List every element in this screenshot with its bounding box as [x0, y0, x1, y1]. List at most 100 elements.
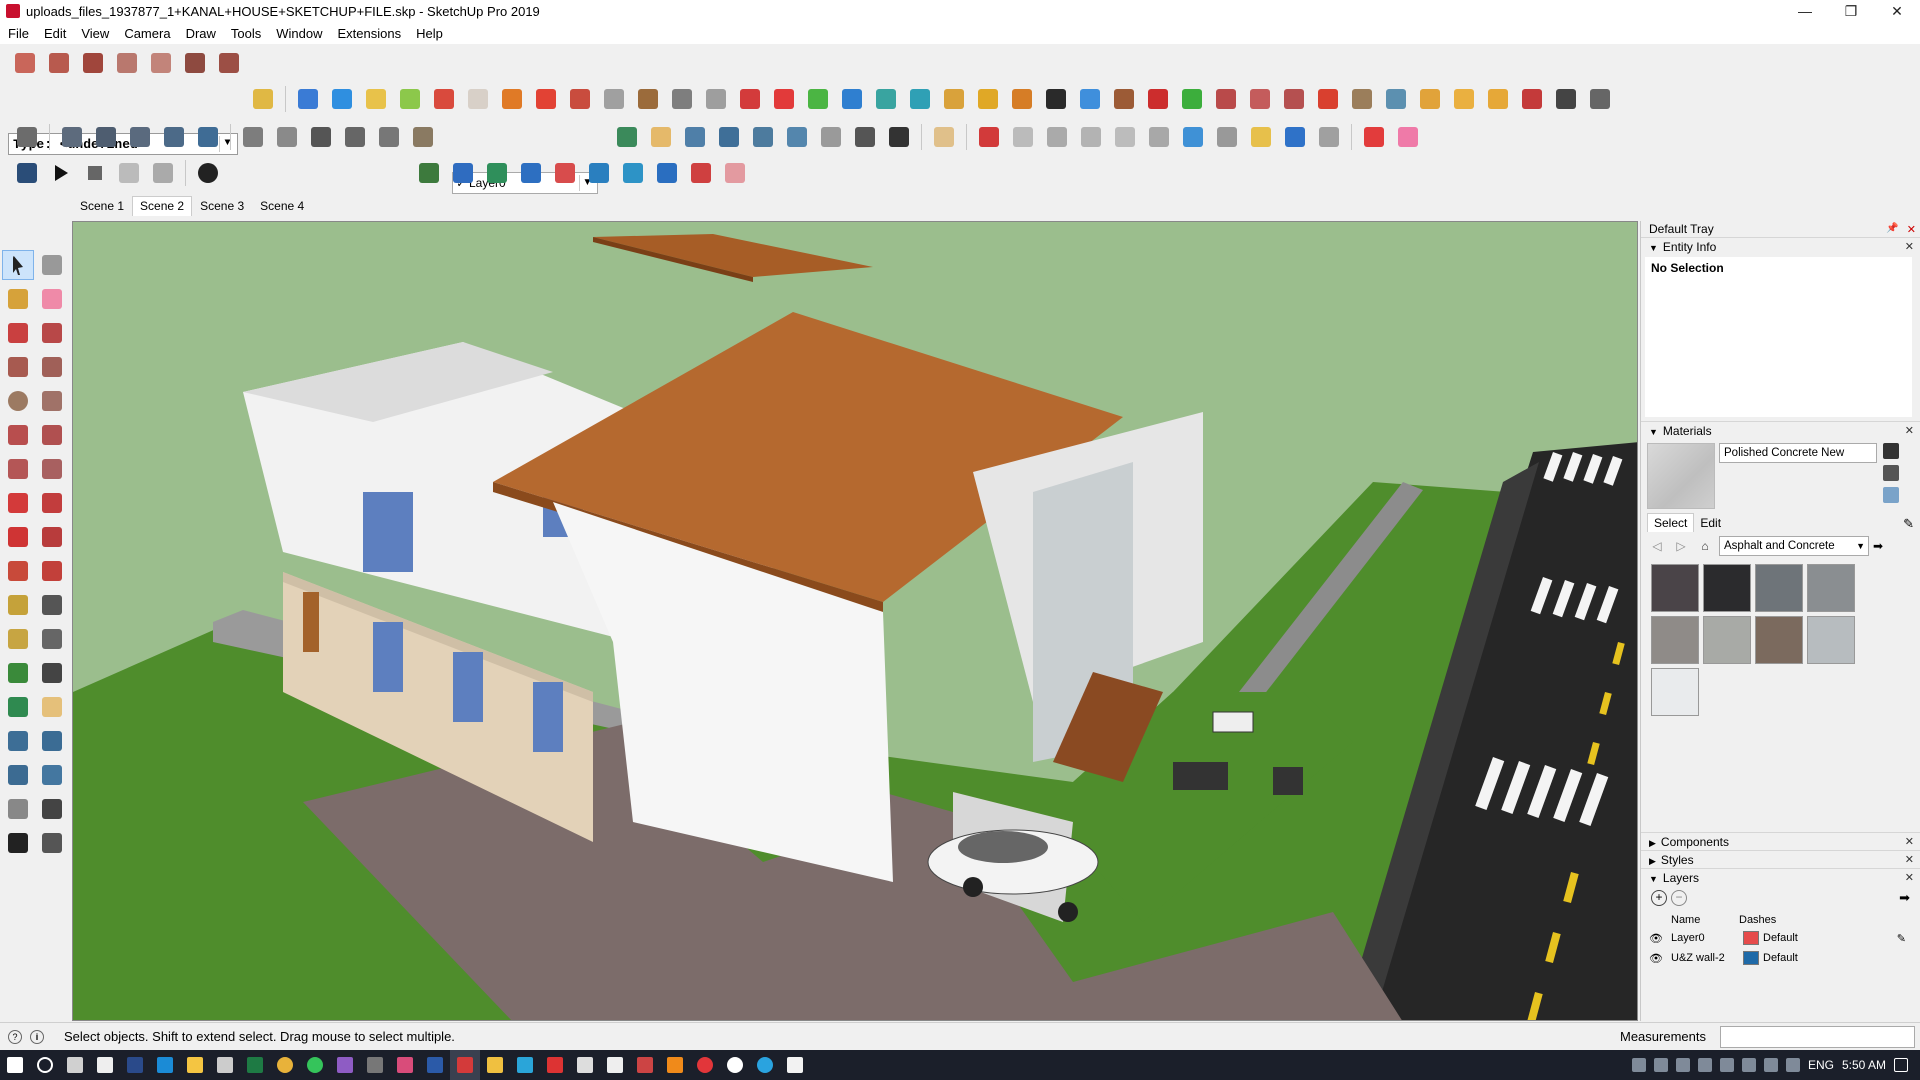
lumion-icon[interactable] — [12, 158, 42, 188]
task-view-icon[interactable] — [60, 1050, 90, 1080]
menu-help[interactable]: Help — [416, 26, 452, 41]
polygon-tool-icon[interactable] — [36, 386, 68, 416]
move-green-icon[interactable] — [803, 84, 833, 114]
arc-icon[interactable] — [701, 84, 731, 114]
telegram-icon[interactable] — [750, 1050, 780, 1080]
flip-edge-icon[interactable] — [497, 84, 527, 114]
previous-tool-icon[interactable] — [36, 760, 68, 790]
grid-dots-icon[interactable] — [1585, 84, 1615, 114]
pin-icon[interactable]: 📌 — [1886, 223, 1898, 236]
material-swatch[interactable] — [1807, 616, 1855, 664]
minimize-button[interactable]: — — [1782, 0, 1828, 22]
zoom-extents-icon[interactable] — [748, 122, 778, 152]
select-layer-icon[interactable] — [414, 158, 444, 188]
xray-icon[interactable] — [238, 122, 268, 152]
offset-tool-icon[interactable] — [36, 556, 68, 586]
close-icon[interactable]: ✕ — [1905, 853, 1914, 866]
wifi-icon[interactable] — [1763, 1058, 1778, 1072]
extension-icon[interactable] — [146, 48, 176, 78]
walk-icon[interactable] — [884, 122, 914, 152]
layer-dashes[interactable]: Default — [1763, 952, 1798, 964]
materials-header[interactable]: ▼ Materials ✕ — [1641, 421, 1920, 439]
move-red-icon[interactable] — [769, 84, 799, 114]
circle-tool-icon[interactable] — [2, 386, 34, 416]
zoom-window-tool-icon[interactable] — [36, 726, 68, 756]
layer-green-icon[interactable] — [482, 158, 512, 188]
look-around-icon[interactable] — [850, 122, 880, 152]
pencil-red-icon[interactable] — [974, 122, 1004, 152]
3d-text-icon[interactable] — [36, 658, 68, 688]
grid-orange-icon[interactable] — [1415, 84, 1445, 114]
app-icon[interactable] — [360, 1050, 390, 1080]
back-arrow-icon[interactable]: ◁ — [1647, 539, 1667, 553]
back-edges-icon[interactable] — [272, 122, 302, 152]
scatter-icon[interactable] — [1517, 84, 1547, 114]
app-icon[interactable] — [510, 1050, 540, 1080]
three-point-arc-icon[interactable] — [2, 454, 34, 484]
grid-orange-3-icon[interactable] — [1483, 84, 1513, 114]
orbit-tool-icon[interactable] — [2, 692, 34, 722]
layers-header[interactable]: ▼ Layers ✕ — [1641, 868, 1920, 886]
store-icon[interactable] — [210, 1050, 240, 1080]
blue-shape-icon[interactable] — [1280, 122, 1310, 152]
word-icon[interactable] — [420, 1050, 450, 1080]
circle-icon[interactable] — [1042, 122, 1072, 152]
material-name-field[interactable]: Polished Concrete New — [1719, 443, 1877, 463]
add-detail-icon[interactable] — [463, 84, 493, 114]
paint-bucket-icon[interactable] — [2, 284, 34, 314]
curve-icon[interactable] — [735, 84, 765, 114]
export-icon[interactable] — [114, 158, 144, 188]
close-button[interactable]: ✕ — [1874, 0, 1920, 22]
top-view-icon[interactable] — [91, 122, 121, 152]
tab-scene-3[interactable]: Scene 3 — [192, 196, 252, 216]
tray-app-icon[interactable] — [1719, 1058, 1734, 1072]
eraser-icon[interactable] — [36, 284, 68, 314]
pie-tool-icon[interactable] — [36, 454, 68, 484]
tray-app-icon[interactable] — [1741, 1058, 1756, 1072]
wall-icon[interactable] — [599, 84, 629, 114]
tab-scene-4[interactable]: Scene 4 — [252, 196, 312, 216]
make-component-icon[interactable] — [36, 250, 68, 280]
pyramid-icon[interactable] — [939, 84, 969, 114]
calculator-icon[interactable] — [90, 1050, 120, 1080]
lasso-icon[interactable] — [973, 84, 1003, 114]
eraser-pink-icon[interactable] — [1393, 122, 1423, 152]
tab-scene-2[interactable]: Scene 2 — [132, 196, 193, 216]
look-around-tool-icon[interactable] — [36, 794, 68, 824]
material-swatch[interactable] — [1651, 668, 1699, 716]
sketchup-taskbar-icon[interactable] — [450, 1050, 480, 1080]
chrome-icon[interactable] — [270, 1050, 300, 1080]
stamp-icon[interactable] — [395, 84, 425, 114]
forward-arrow-icon[interactable]: ▷ — [1671, 539, 1691, 553]
search-icon[interactable] — [30, 1050, 60, 1080]
share-icon[interactable] — [112, 48, 142, 78]
polygon-icon[interactable] — [1076, 122, 1106, 152]
arrow-updown-red-icon[interactable] — [550, 158, 580, 188]
parallelogram-icon[interactable] — [1144, 122, 1174, 152]
gear-red-icon[interactable] — [1211, 84, 1241, 114]
textured-icon[interactable] — [408, 122, 438, 152]
whatsapp-icon[interactable] — [300, 1050, 330, 1080]
zoom-extents-tool-icon[interactable] — [2, 760, 34, 790]
truss-icon[interactable] — [1347, 84, 1377, 114]
scale-tool-icon[interactable] — [2, 556, 34, 586]
protractor-icon[interactable] — [2, 624, 34, 654]
position-camera-tool-icon[interactable] — [2, 794, 34, 824]
layer-dashes[interactable]: Default — [1763, 932, 1798, 944]
axis-icon[interactable] — [1075, 84, 1105, 114]
menu-draw[interactable]: Draw — [186, 26, 225, 41]
diagonal-icon[interactable] — [584, 158, 614, 188]
pipe-icon[interactable] — [667, 84, 697, 114]
dimension-tool-icon[interactable] — [36, 590, 68, 620]
details-arrow-icon[interactable]: ➡ — [1899, 890, 1910, 906]
tab-select[interactable]: Select — [1647, 513, 1695, 532]
back-view-icon[interactable] — [193, 122, 223, 152]
play-icon[interactable] — [46, 158, 76, 188]
freehand-tool-icon[interactable] — [36, 318, 68, 348]
window-frame-icon[interactable] — [1381, 84, 1411, 114]
ellipse-icon[interactable] — [1110, 122, 1140, 152]
zoom-tool-icon[interactable] — [2, 726, 34, 756]
smoove-icon[interactable] — [361, 84, 391, 114]
layer-color-swatch[interactable] — [1743, 931, 1759, 945]
stop-icon[interactable] — [80, 158, 110, 188]
